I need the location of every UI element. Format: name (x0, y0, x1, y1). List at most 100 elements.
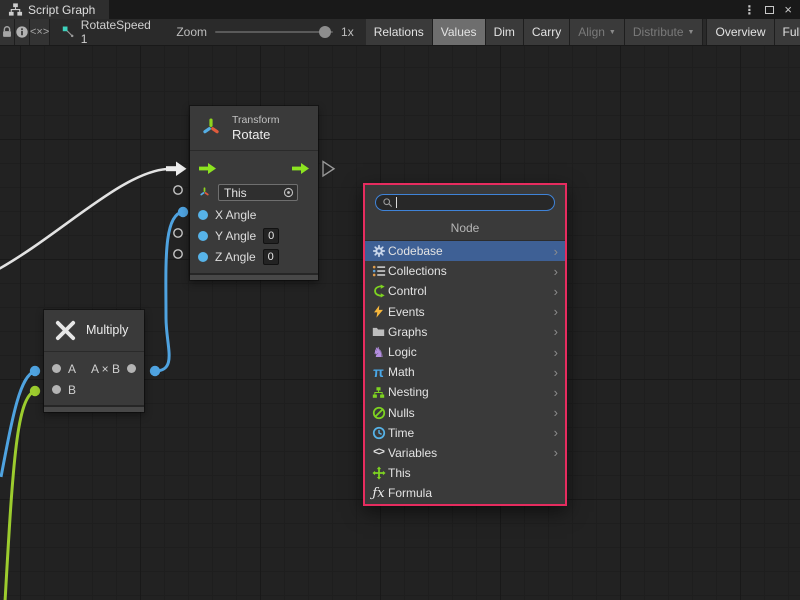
zangle-row[interactable]: Z Angle 0 (190, 246, 318, 267)
search-input[interactable] (400, 197, 548, 209)
this-move-icon (370, 466, 387, 480)
value-port-dot[interactable] (198, 210, 208, 220)
multiply-row-b[interactable]: B (44, 379, 144, 400)
popup-item-nesting[interactable]: Nesting › (365, 382, 565, 402)
code-view-button[interactable]: <×> (30, 19, 50, 45)
collections-list-icon (370, 264, 387, 278)
popup-header: Node (365, 215, 565, 241)
rotate-node[interactable]: Transform Rotate This (190, 106, 318, 280)
transform-mini-icon (198, 186, 211, 199)
input-port-dot[interactable] (52, 385, 61, 394)
fullscreen-button[interactable]: Full Screen (775, 19, 800, 45)
script-graph-icon (8, 2, 23, 17)
popup-item-this[interactable]: This (365, 463, 565, 483)
graph-toolbar: <×> RotateSpeed 1 Zoom 1x Relations Valu… (0, 19, 800, 46)
transform-axis-icon (199, 116, 223, 140)
graph-name-label: RotateSpeed 1 (81, 19, 153, 46)
info-button[interactable] (15, 19, 30, 45)
node-category: Transform (232, 113, 279, 127)
popup-item-math[interactable]: π Math › (365, 362, 565, 382)
zoom-value: 1x (341, 25, 354, 39)
logic-knight-icon: ♞ (370, 345, 387, 359)
view-toggle-group: Relations Values Dim Carry Align▼ Distri… (366, 19, 800, 45)
chevron-right-icon: › (554, 265, 561, 278)
maximize-icon[interactable] (765, 6, 774, 14)
flow-input-arrow-icon[interactable] (198, 162, 217, 175)
tab-label: Script Graph (28, 3, 95, 17)
search-icon (382, 197, 393, 208)
fuzzy-finder-popup: Node Codebase › (363, 183, 567, 506)
kebab-menu-icon[interactable]: ⋮ (743, 3, 755, 17)
chevron-right-icon: › (554, 366, 561, 379)
input-port-dot[interactable] (52, 364, 61, 373)
popup-item-control[interactable]: Control › (365, 281, 565, 301)
popup-item-logic[interactable]: ♞ Logic › (365, 342, 565, 362)
math-pi-icon: π (370, 365, 387, 379)
popup-item-nulls[interactable]: Nulls › (365, 403, 565, 423)
search-box[interactable] (375, 194, 555, 211)
zangle-value-field[interactable]: 0 (263, 249, 279, 265)
window-controls: ⋮ × (743, 0, 800, 19)
port-label: B (68, 383, 76, 397)
object-picker-icon[interactable] (283, 187, 294, 198)
lock-button[interactable] (0, 19, 15, 45)
multiply-node-header[interactable]: Multiply (44, 310, 144, 352)
search-area (365, 185, 565, 215)
distribute-dropdown[interactable]: Distribute▼ (625, 19, 704, 45)
overview-button[interactable]: Overview (707, 19, 774, 45)
popup-item-events[interactable]: Events › (365, 302, 565, 322)
value-port-dot[interactable] (198, 231, 208, 241)
value-port-dot[interactable] (198, 252, 208, 262)
zoom-slider-handle[interactable] (319, 26, 331, 38)
multiply-icon (54, 319, 77, 342)
time-clock-icon (370, 426, 387, 440)
output-label: A × B (91, 362, 120, 376)
popup-item-formula[interactable]: ƒx Formula (365, 483, 565, 503)
chevron-right-icon: › (554, 285, 561, 298)
graph-node-icon (62, 25, 75, 39)
carry-button[interactable]: Carry (524, 19, 570, 45)
info-icon (15, 25, 29, 39)
variables-brackets-icon: <> (370, 447, 387, 458)
yangle-value-field[interactable]: 0 (263, 228, 279, 244)
close-icon[interactable]: × (784, 3, 792, 16)
breadcrumb[interactable]: RotateSpeed 1 (50, 19, 166, 45)
xangle-row[interactable]: X Angle (190, 204, 318, 225)
chevron-right-icon: › (554, 386, 561, 399)
port-label: Z Angle (215, 250, 256, 264)
flow-output-arrow-icon[interactable] (291, 162, 310, 175)
code-icon: <×> (30, 27, 49, 38)
zoom-label: Zoom (176, 25, 207, 39)
zoom-control: Zoom 1x (166, 19, 363, 45)
values-button[interactable]: Values (433, 19, 486, 45)
yangle-row[interactable]: Y Angle 0 (190, 225, 318, 246)
chevron-down-icon: ▼ (609, 29, 616, 36)
dim-button[interactable]: Dim (486, 19, 524, 45)
rotate-node-header[interactable]: Transform Rotate (190, 106, 318, 151)
target-object-field[interactable]: This (218, 184, 298, 201)
multiply-row-a[interactable]: A A × B (44, 358, 144, 379)
output-port-dot[interactable] (127, 364, 136, 373)
popup-item-time[interactable]: Time › (365, 423, 565, 443)
multiply-node[interactable]: Multiply A A × B B (44, 310, 144, 412)
node-footer (190, 273, 318, 280)
align-dropdown[interactable]: Align▼ (570, 19, 625, 45)
chevron-right-icon: › (554, 325, 561, 338)
zoom-slider[interactable] (215, 31, 333, 33)
chevron-right-icon: › (554, 446, 561, 459)
popup-item-graphs[interactable]: Graphs › (365, 322, 565, 342)
popup-item-collections[interactable]: Collections › (365, 261, 565, 281)
category-list: Codebase › Collections › (365, 241, 565, 504)
node-title: Multiply (86, 323, 128, 339)
node-title: Rotate (232, 127, 279, 143)
node-footer (44, 405, 144, 412)
tab-script-graph[interactable]: Script Graph (0, 0, 109, 19)
chevron-down-icon: ▼ (688, 29, 695, 36)
nesting-graph-icon (370, 386, 387, 399)
port-label: A (68, 362, 76, 376)
popup-item-codebase[interactable]: Codebase › (365, 241, 565, 261)
port-label: X Angle (215, 208, 256, 222)
popup-item-variables[interactable]: <> Variables › (365, 443, 565, 463)
relations-button[interactable]: Relations (366, 19, 433, 45)
lock-icon (0, 25, 14, 39)
